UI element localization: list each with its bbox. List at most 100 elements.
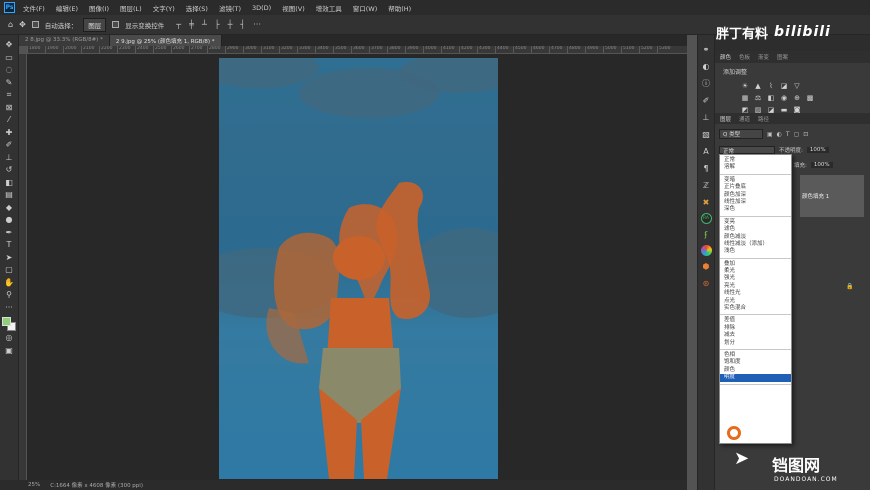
hand-tool-icon[interactable]: ✋ — [2, 277, 17, 289]
blend-mode-option[interactable]: 颜色减淡 — [720, 234, 791, 241]
edit-toolbar-icon[interactable]: ··· — [2, 302, 17, 314]
blend-mode-option[interactable]: 正片叠底 — [720, 184, 791, 191]
menu-select[interactable]: 选择(S) — [186, 3, 208, 13]
screen-mode-icon[interactable]: ▣ — [2, 345, 17, 357]
align-top-icon[interactable]: ┬ — [176, 20, 181, 29]
tools-plugin-icon[interactable]: ✖ — [700, 196, 712, 209]
blend-mode-option[interactable]: 线性光 — [720, 290, 791, 297]
home-icon[interactable]: ⌂ — [8, 20, 13, 29]
menu-image[interactable]: 图像(I) — [89, 3, 109, 13]
hue-icon[interactable]: ▦ — [741, 94, 749, 102]
menu-plugins[interactable]: 增效工具 — [316, 3, 342, 13]
blend-mode-option[interactable]: 明度 — [720, 374, 791, 382]
menu-help[interactable]: 帮助(H) — [388, 3, 411, 13]
move-tool-icon[interactable]: ✥ — [2, 39, 17, 51]
filter-type-icon[interactable]: T — [786, 131, 790, 138]
color-swatches[interactable] — [2, 317, 16, 331]
exposure-icon[interactable]: ◪ — [780, 82, 788, 90]
layer-kind-select[interactable]: Q 类型 — [719, 129, 763, 139]
blend-mode-option[interactable]: 溶解 — [720, 164, 791, 171]
history-brush-icon[interactable]: ↺ — [2, 164, 17, 176]
eraser-tool-icon[interactable]: ◧ — [2, 177, 17, 189]
menu-file[interactable]: 文件(F) — [23, 3, 45, 13]
blur-tool-icon[interactable]: ◆ — [2, 202, 17, 214]
fill-value[interactable]: 100% — [810, 162, 833, 168]
blend-mode-option[interactable]: 减去 — [720, 332, 791, 339]
pen-tool-icon[interactable]: ✒ — [2, 227, 17, 239]
tab-gradients[interactable]: 渐变 — [758, 53, 769, 61]
curves-icon[interactable]: ⌇ — [767, 82, 775, 90]
bw-icon[interactable]: ◧ — [767, 94, 775, 102]
lasso-tool-icon[interactable]: ◌ — [2, 64, 17, 76]
blend-mode-option[interactable]: 差值 — [720, 317, 791, 324]
auto-select-checkbox[interactable] — [31, 21, 39, 28]
plugin-extra-icon[interactable]: ⊛ — [700, 277, 712, 290]
menu-3d[interactable]: 3D(D) — [252, 4, 271, 12]
zoom-level[interactable]: 25% — [28, 482, 40, 488]
quick-select-tool-icon[interactable]: ✎ — [2, 77, 17, 89]
doc-tab-1[interactable]: 2 8.jpg @ 33.3% (RGB/8#) * — [19, 35, 110, 46]
adjustment-panel-icon[interactable]: ▧ — [700, 128, 712, 141]
doc-tab-2[interactable]: 2 9.jpg @ 25% (颜色填充 1, RGB/8) * — [109, 35, 222, 46]
blend-mode-option[interactable]: 点光 — [720, 298, 791, 305]
plugin-orange-icon[interactable]: ⬢ — [700, 260, 712, 273]
auto-select-dropdown[interactable]: 图层 — [83, 17, 107, 32]
artboard-tool-icon[interactable]: ▭ — [2, 52, 17, 64]
opacity-value[interactable]: 100% — [806, 147, 829, 153]
crop-tool-icon[interactable]: ⌗ — [2, 89, 17, 101]
healing-tool-icon[interactable]: ✚ — [2, 127, 17, 139]
zoom-tool-icon[interactable]: ⚲ — [2, 289, 17, 301]
tab-swatches[interactable]: 色板 — [739, 53, 750, 61]
more-icon[interactable]: ··· — [253, 20, 261, 29]
glyph-panel-icon[interactable]: ℤ — [700, 179, 712, 192]
menu-view[interactable]: 视图(V) — [282, 3, 305, 13]
document-canvas[interactable] — [219, 58, 498, 479]
vibrance-icon[interactable]: ▽ — [793, 82, 801, 90]
blend-mode-option[interactable]: 实色混合 — [720, 305, 791, 312]
align-bottom-icon[interactable]: ┴ — [202, 20, 207, 29]
blend-mode-option[interactable]: 颜色加深 — [720, 192, 791, 199]
menu-type[interactable]: 文字(Y) — [153, 3, 175, 13]
filter-pixel-icon[interactable]: ▣ — [767, 131, 773, 138]
filter-adjustment-icon[interactable]: ◐ — [777, 131, 782, 138]
ra-plugin-icon[interactable]: RA — [700, 213, 712, 224]
filter-smart-icon[interactable]: ⊡ — [803, 131, 808, 138]
tab-channels[interactable]: 通道 — [739, 115, 750, 123]
canvas-area[interactable] — [27, 54, 687, 480]
filter-shape-icon[interactable]: ▢ — [794, 131, 800, 138]
blend-mode-option[interactable]: 饱和度 — [720, 359, 791, 366]
plugin-color-wheel-icon[interactable] — [700, 245, 712, 256]
stamp-tool-icon[interactable]: ⊥ — [2, 152, 17, 164]
blend-mode-option[interactable]: 深色 — [720, 206, 791, 213]
transform-checkbox[interactable] — [112, 21, 120, 28]
blend-mode-option[interactable]: 浅色 — [720, 248, 791, 255]
color-balance-icon[interactable]: ⚖ — [754, 94, 762, 102]
align-left-icon[interactable]: ├ — [215, 20, 220, 29]
menu-edit[interactable]: 编辑(E) — [56, 3, 78, 13]
paragraph-panel-icon[interactable]: ¶ — [700, 162, 712, 175]
brush-tool-icon[interactable]: ✐ — [2, 139, 17, 151]
tab-layers[interactable]: 图层 — [720, 115, 731, 123]
eyedropper-tool-icon[interactable]: ⁄ — [2, 114, 17, 126]
menu-window[interactable]: 窗口(W) — [353, 3, 378, 13]
path-select-tool-icon[interactable]: ➤ — [2, 252, 17, 264]
tab-paths[interactable]: 路径 — [758, 115, 769, 123]
blend-mode-option[interactable]: 划分 — [720, 340, 791, 347]
brush-panel-icon[interactable]: ✐ — [700, 94, 712, 107]
align-right-icon[interactable]: ┤ — [240, 20, 245, 29]
info-icon[interactable]: ⓘ — [700, 77, 712, 90]
lock-icon[interactable]: 🔒 — [846, 283, 853, 290]
plugin-green-icon[interactable]: ʄ — [700, 228, 712, 241]
foreground-color-swatch[interactable] — [2, 317, 11, 326]
align-vcenter-icon[interactable]: ╪ — [189, 20, 194, 29]
photo-filter-icon[interactable]: ◉ — [780, 94, 788, 102]
layer-name[interactable]: 颜色填充 1 — [802, 192, 829, 200]
align-hcenter-icon[interactable]: ┼ — [228, 20, 233, 29]
history-icon[interactable]: ⚭ — [700, 43, 712, 56]
menu-filter[interactable]: 滤镜(T) — [219, 3, 241, 13]
gradient-tool-icon[interactable]: ▤ — [2, 189, 17, 201]
shape-tool-icon[interactable]: ▢ — [2, 264, 17, 276]
channel-mixer-icon[interactable]: ⊕ — [793, 94, 801, 102]
tab-patterns[interactable]: 图案 — [777, 53, 788, 61]
color-panel-icon[interactable]: ◐ — [700, 60, 712, 73]
